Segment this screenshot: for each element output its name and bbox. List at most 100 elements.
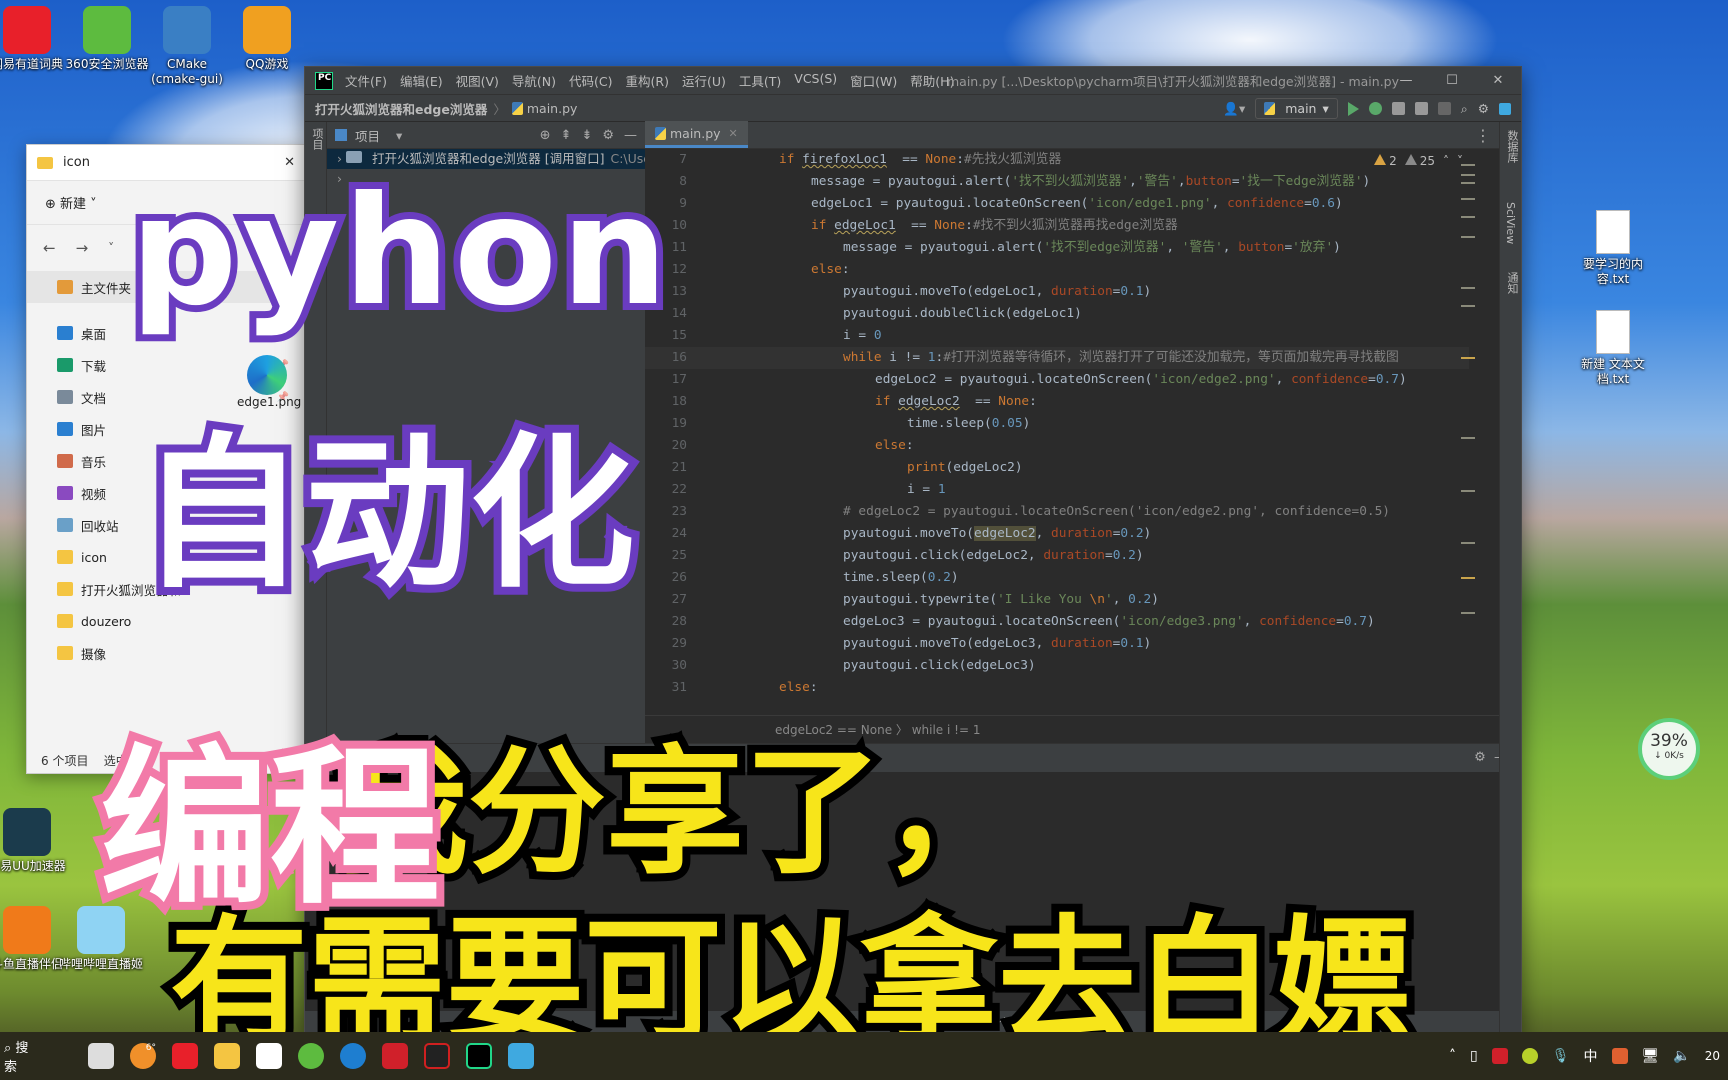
gutter[interactable] [697, 589, 743, 611]
battery-icon[interactable]: ▯ [1470, 1048, 1478, 1064]
ime-indicator[interactable]: 中 [1584, 1046, 1598, 1066]
expand-all-icon[interactable]: ⇞ [561, 128, 572, 143]
volume-icon[interactable]: 🔈 [1673, 1048, 1690, 1064]
file-explorer-icon[interactable] [214, 1043, 240, 1069]
gutter[interactable] [697, 633, 743, 655]
code-line[interactable]: 18 if edgeLoc2 == None: [645, 391, 1469, 413]
more-tabs-icon[interactable]: ⋮ [1475, 126, 1491, 145]
chevron-down-icon[interactable]: ˅ [108, 241, 114, 255]
weather-icon[interactable]: 6° [130, 1043, 156, 1069]
gutter[interactable] [697, 237, 743, 259]
code-line[interactable]: 27 pyautogui.typewrite('I Like You \n', 0… [645, 589, 1469, 611]
recorder-icon[interactable] [424, 1043, 450, 1069]
gutter[interactable] [697, 457, 743, 479]
desktop-icon[interactable]: QQ游戏 [224, 6, 310, 72]
menu-item[interactable]: 重构(R) [626, 71, 669, 90]
project-panel-title[interactable]: 项目 [355, 126, 380, 145]
gear-icon[interactable]: ⚙ [1474, 750, 1486, 765]
menu-item[interactable]: 工具(T) [739, 71, 781, 90]
desktop-icon-uu[interactable]: 网易UU加速器 [0, 808, 70, 874]
code-line[interactable]: 17 edgeLoc2 = pyautogui.locateOnScreen('i… [645, 369, 1469, 391]
code-line[interactable]: 24 pyautogui.moveTo(edgeLoc2, duration=0.… [645, 523, 1469, 545]
code-line[interactable]: 25 pyautogui.click(edgeLoc2, duration=0.2… [645, 545, 1469, 567]
user-icon[interactable]: 👤▾ [1223, 101, 1245, 117]
code-line[interactable]: 19 time.sleep(0.05) [645, 413, 1469, 435]
code-line[interactable]: 21 print(edgeLoc2) [645, 457, 1469, 479]
code-line[interactable]: 10 if edgeLoc1 == None:#找不到火狐浏览器再找edge浏览器 [645, 215, 1469, 237]
code-line[interactable]: 16 while i != 1:#打开浏览器等待循环，浏览器打开了可能还没加载完，… [645, 347, 1469, 369]
code-line[interactable]: 14 pyautogui.doubleClick(edgeLoc1) [645, 303, 1469, 325]
desktop-icon-text-file[interactable]: 新建 文本文档.txt [1570, 310, 1656, 387]
code-line[interactable]: 26 time.sleep(0.2) [645, 567, 1469, 589]
database-tool-button[interactable]: 数据库 [1504, 130, 1520, 163]
code-line[interactable]: 28 edgeLoc3 = pyautogui.locateOnScreen('i… [645, 611, 1469, 633]
pycharm-taskbar-icon[interactable] [466, 1043, 492, 1069]
gutter[interactable] [697, 391, 743, 413]
code-line[interactable]: 30 pyautogui.click(edgeLoc3) [645, 655, 1469, 677]
minimize-button[interactable]: — [1383, 67, 1429, 94]
gutter[interactable] [697, 435, 743, 457]
hide-icon[interactable]: — [624, 128, 637, 143]
sciview-tool-button[interactable]: SciView [1504, 202, 1517, 244]
error-stripe[interactable] [1461, 162, 1475, 762]
run-config-dropdown[interactable]: main ▾ [1255, 98, 1338, 119]
menu-item[interactable]: VCS(S) [794, 71, 837, 90]
update-icon[interactable] [1499, 102, 1511, 115]
plus-tray-icon[interactable] [1521, 1048, 1538, 1064]
code-line[interactable]: 15 i = 0 [645, 325, 1469, 347]
close-button[interactable]: ✕ [1475, 67, 1521, 94]
desktop-icon[interactable]: 360安全浏览器 [64, 6, 150, 72]
gutter[interactable] [697, 369, 743, 391]
code-area[interactable]: 7 if firefoxLoc1 == None:#先找火狐浏览器 8 message… [645, 149, 1469, 715]
locate-icon[interactable]: ⊕ [540, 128, 551, 143]
store-icon[interactable] [256, 1043, 282, 1069]
profile-icon[interactable] [1414, 102, 1428, 115]
gutter[interactable] [697, 215, 743, 237]
gutter[interactable] [697, 259, 743, 281]
search-icon[interactable]: ⌕ [1461, 101, 1468, 117]
menu-item[interactable]: 编辑(E) [400, 71, 443, 90]
code-line[interactable]: 7 if firefoxLoc1 == None:#先找火狐浏览器 [645, 149, 1469, 171]
menu-item[interactable]: 窗口(W) [850, 71, 897, 90]
forward-icon[interactable]: → [76, 239, 89, 257]
notifications-tool-button[interactable]: 通知 [1504, 272, 1520, 294]
gutter[interactable] [697, 149, 743, 171]
close-tab-icon[interactable]: ✕ [729, 127, 738, 140]
run-icon[interactable] [1347, 101, 1359, 116]
gutter[interactable] [697, 347, 743, 369]
gutter[interactable] [697, 567, 743, 589]
gutter[interactable] [697, 325, 743, 347]
sogou-icon[interactable] [1611, 1048, 1628, 1064]
show-hidden-icon[interactable]: ˄ [1449, 1048, 1456, 1064]
gutter[interactable] [697, 193, 743, 215]
maximize-button[interactable]: ☐ [1429, 67, 1475, 94]
gutter[interactable] [697, 501, 743, 523]
debug-icon[interactable] [1368, 102, 1382, 115]
new-button[interactable]: ⊕ 新建 ˅ [45, 193, 97, 212]
gutter[interactable] [697, 303, 743, 325]
code-line[interactable]: 9 edgeLoc1 = pyautogui.locateOnScreen('ic… [645, 193, 1469, 215]
code-line[interactable]: 22 i = 1 [645, 479, 1469, 501]
network-speed-widget[interactable]: 39% ↓ 0K/s [1638, 718, 1700, 780]
clock[interactable]: 20 [1705, 1049, 1720, 1063]
task-view-icon[interactable] [88, 1043, 114, 1069]
desktop-icon-text-file[interactable]: 要学习的内容.txt [1570, 210, 1656, 287]
code-line[interactable]: 13 pyautogui.moveTo(edgeLoc1, duration=0.… [645, 281, 1469, 303]
desktop-icon[interactable]: CMake (cmake-gui) [144, 6, 230, 87]
breadcrumb-project[interactable]: 打开火狐浏览器和edge浏览器 [315, 99, 487, 118]
code-line[interactable]: 12 else: [645, 259, 1469, 281]
code-line[interactable]: 29 pyautogui.moveTo(edgeLoc3, duration=0.… [645, 633, 1469, 655]
desktop-icon[interactable]: 网易有道词典 [0, 6, 70, 72]
browser-360-icon[interactable] [298, 1043, 324, 1069]
tab-main-py[interactable]: main.py ✕ [645, 121, 748, 148]
code-line[interactable]: 31 else: [645, 677, 1469, 699]
gear-icon[interactable]: ⚙ [1478, 101, 1489, 116]
gutter[interactable] [697, 413, 743, 435]
sidebar-item[interactable]: 摄像 [27, 637, 305, 669]
taskbar-search[interactable]: ⌕ 搜索 [0, 1037, 40, 1075]
edge-icon[interactable] [340, 1043, 366, 1069]
menu-item[interactable]: 代码(C) [569, 71, 612, 90]
menu-item[interactable]: 运行(U) [682, 71, 726, 90]
stop-icon[interactable] [1437, 102, 1451, 115]
gutter[interactable] [697, 545, 743, 567]
